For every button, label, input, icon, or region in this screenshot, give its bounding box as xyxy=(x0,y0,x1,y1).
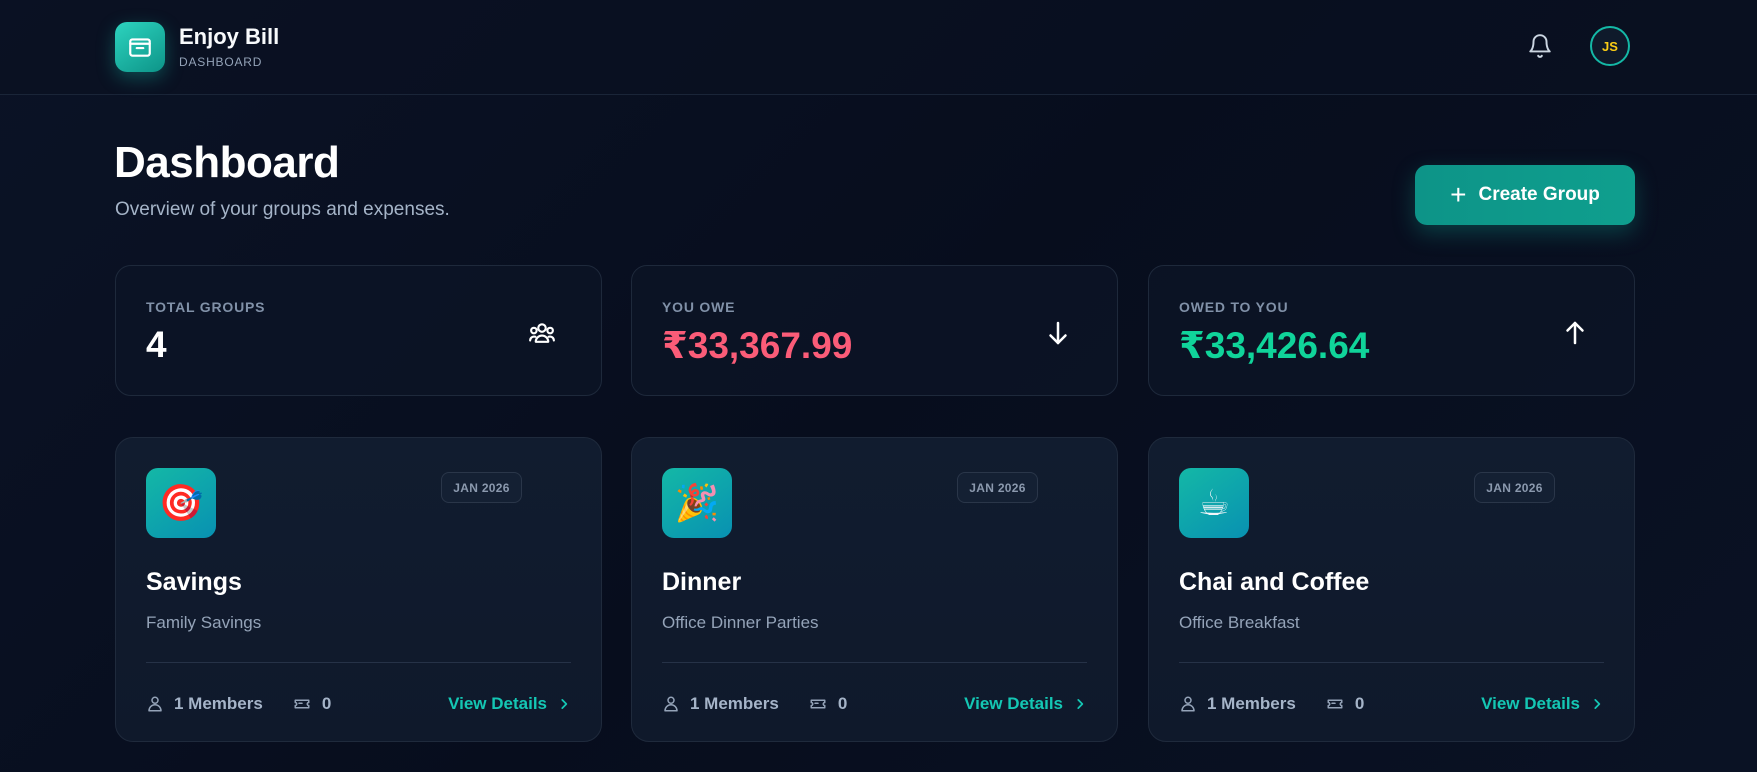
stat-value: 4 xyxy=(146,324,167,365)
stat-card-owed-to-you: OWED TO YOU ₹33,426.64 xyxy=(1148,265,1635,396)
view-details-label: View Details xyxy=(964,694,1063,713)
top-bar: Enjoy Bill DASHBOARD JS xyxy=(0,0,1757,95)
target-icon: 🎯 xyxy=(146,468,216,538)
party-popper-icon: 🎉 xyxy=(662,468,732,538)
brand[interactable]: Enjoy Bill DASHBOARD xyxy=(115,22,279,72)
expenses-label: 0 xyxy=(837,694,848,713)
group-name: Chai and Coffee xyxy=(1179,568,1370,596)
wallet-icon xyxy=(115,22,165,72)
ticket-icon xyxy=(810,699,826,709)
group-description: Family Savings xyxy=(146,613,262,632)
members-count: 1 Members xyxy=(1179,694,1296,714)
chevron-right-icon xyxy=(1594,699,1601,709)
stat-value: ₹33,426.64 xyxy=(1179,325,1370,366)
group-footer: 1 Members 0 View Details xyxy=(146,691,571,717)
page-title: Dashboard xyxy=(114,138,340,187)
ticket-icon xyxy=(1327,699,1343,709)
members-count: 1 Members xyxy=(146,694,263,714)
stat-label: TOTAL GROUPS xyxy=(146,299,266,315)
expenses-count: 0 xyxy=(1325,694,1364,714)
group-card-dinner[interactable]: 🎉 JAN 2026 Dinner Office Dinner Parties … xyxy=(631,437,1118,742)
page-subtitle: Overview of your groups and expenses. xyxy=(115,199,450,220)
members-label: 1 Members xyxy=(174,694,263,713)
create-group-label: Create Group xyxy=(1478,184,1600,205)
create-group-button[interactable]: + Create Group xyxy=(1415,165,1635,225)
bell-icon[interactable] xyxy=(1527,32,1553,60)
group-footer: 1 Members 0 View Details xyxy=(1179,691,1604,717)
stat-card-you-owe: YOU OWE ₹33,367.99 xyxy=(631,265,1118,396)
view-details-link[interactable]: View Details xyxy=(964,694,1087,714)
arrow-up-icon xyxy=(1560,318,1590,348)
expenses-label: 0 xyxy=(321,694,332,713)
group-name: Dinner xyxy=(662,568,742,596)
view-details-label: View Details xyxy=(1481,694,1580,713)
users-icon xyxy=(527,318,557,348)
group-date-badge: JAN 2026 xyxy=(441,472,522,503)
stat-label: YOU OWE xyxy=(662,299,736,315)
stat-label: OWED TO YOU xyxy=(1179,299,1289,315)
expenses-count: 0 xyxy=(808,694,847,714)
app-name: Enjoy Bill xyxy=(179,23,280,49)
arrow-down-icon xyxy=(1043,318,1073,348)
group-footer: 1 Members 0 View Details xyxy=(662,691,1087,717)
group-description: Office Breakfast xyxy=(1179,613,1300,632)
ticket-icon xyxy=(294,699,310,709)
members-label: 1 Members xyxy=(690,694,779,713)
user-icon xyxy=(664,696,678,712)
view-details-link[interactable]: View Details xyxy=(1481,694,1604,714)
view-details-label: View Details xyxy=(448,694,547,713)
user-avatar[interactable]: JS xyxy=(1590,26,1630,66)
user-icon xyxy=(1181,696,1195,712)
chevron-right-icon xyxy=(561,699,568,709)
divider xyxy=(1179,662,1604,663)
user-icon xyxy=(148,696,162,712)
stat-card-total-groups: TOTAL GROUPS 4 xyxy=(115,265,602,396)
section-label: DASHBOARD xyxy=(179,55,263,70)
stat-value: ₹33,367.99 xyxy=(662,325,853,366)
group-date-badge: JAN 2026 xyxy=(957,472,1038,503)
group-name: Savings xyxy=(146,568,242,596)
chevron-right-icon xyxy=(1077,699,1084,709)
plus-icon: + xyxy=(1450,179,1467,210)
coffee-icon: ☕ xyxy=(1179,468,1249,538)
expenses-label: 0 xyxy=(1354,694,1365,713)
divider xyxy=(662,662,1087,663)
expenses-count: 0 xyxy=(292,694,331,714)
members-count: 1 Members xyxy=(662,694,779,714)
divider xyxy=(146,662,571,663)
members-label: 1 Members xyxy=(1207,694,1296,713)
group-card-chai-and-coffee[interactable]: ☕ JAN 2026 Chai and Coffee Office Breakf… xyxy=(1148,437,1635,742)
group-card-savings[interactable]: 🎯 JAN 2026 Savings Family Savings 1 Memb… xyxy=(115,437,602,742)
group-description: Office Dinner Parties xyxy=(662,613,819,632)
view-details-link[interactable]: View Details xyxy=(448,694,571,714)
group-date-badge: JAN 2026 xyxy=(1474,472,1555,503)
